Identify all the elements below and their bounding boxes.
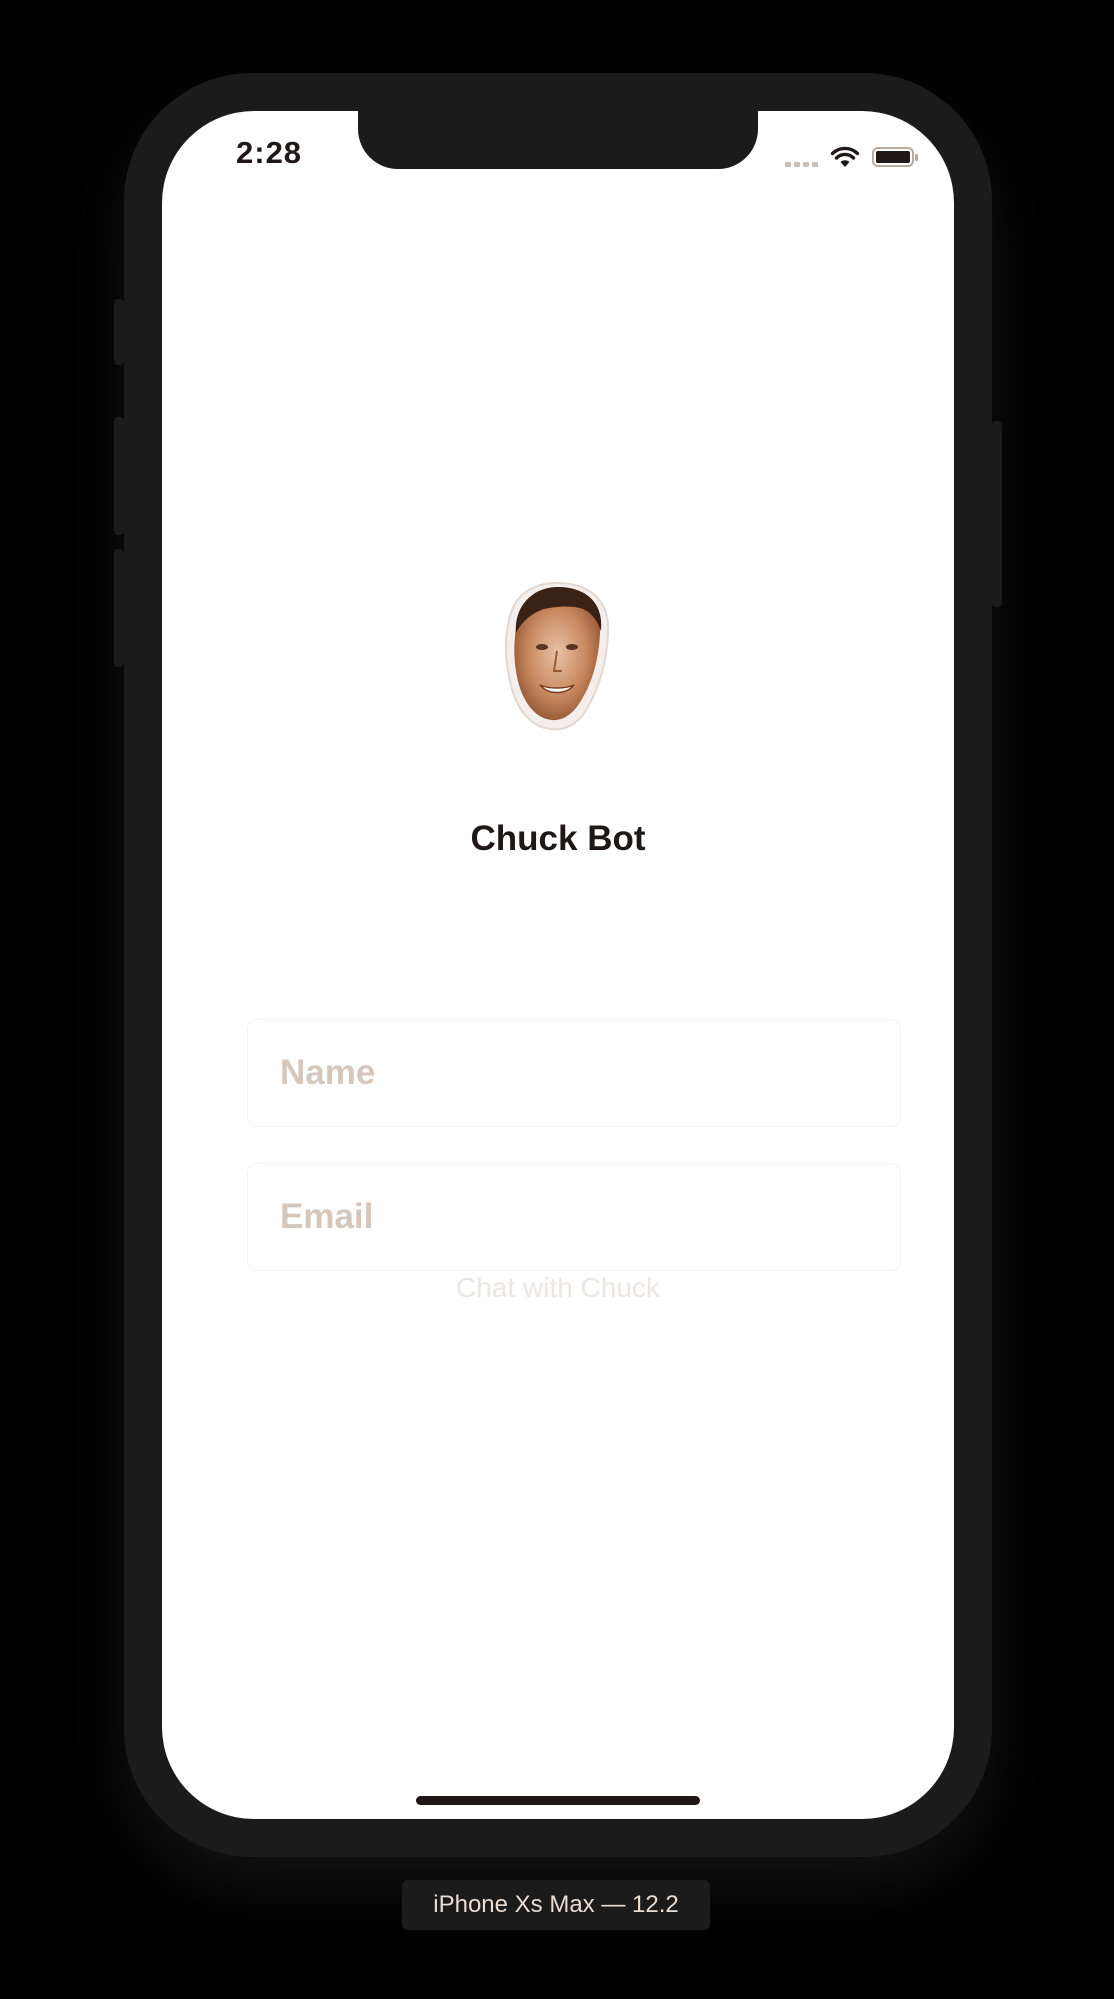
name-input[interactable] bbox=[248, 1020, 900, 1126]
status-time: 2:28 bbox=[236, 135, 303, 170]
device-frame: 2:28 Chuck Bot Name Email Chat with Chuc… bbox=[114, 73, 1002, 1857]
app-screen: 2:28 Chuck Bot Name Email Chat with Chuc… bbox=[162, 111, 954, 1819]
power-button bbox=[992, 421, 1002, 607]
name-field bbox=[247, 1019, 901, 1127]
notch bbox=[358, 111, 758, 169]
chuck-avatar bbox=[504, 581, 610, 731]
chat-with-chuck-button[interactable]: Chat with Chuck bbox=[162, 1271, 954, 1305]
status-icons bbox=[785, 141, 918, 173]
email-input[interactable] bbox=[248, 1164, 900, 1270]
email-field bbox=[247, 1163, 901, 1271]
volume-up-button bbox=[114, 417, 124, 535]
simulator-stage: 2:28 Chuck Bot Name Email Chat with Chuc… bbox=[0, 0, 1114, 1999]
home-indicator[interactable] bbox=[416, 1796, 700, 1805]
volume-down-button bbox=[114, 549, 124, 667]
wifi-icon bbox=[830, 146, 860, 167]
app-title: Chuck Bot bbox=[470, 819, 646, 858]
signal-icon bbox=[785, 147, 818, 167]
silent-switch bbox=[114, 299, 124, 365]
battery-icon bbox=[872, 147, 918, 167]
simulator-device-label: iPhone Xs Max — 12.2 bbox=[402, 1880, 710, 1930]
